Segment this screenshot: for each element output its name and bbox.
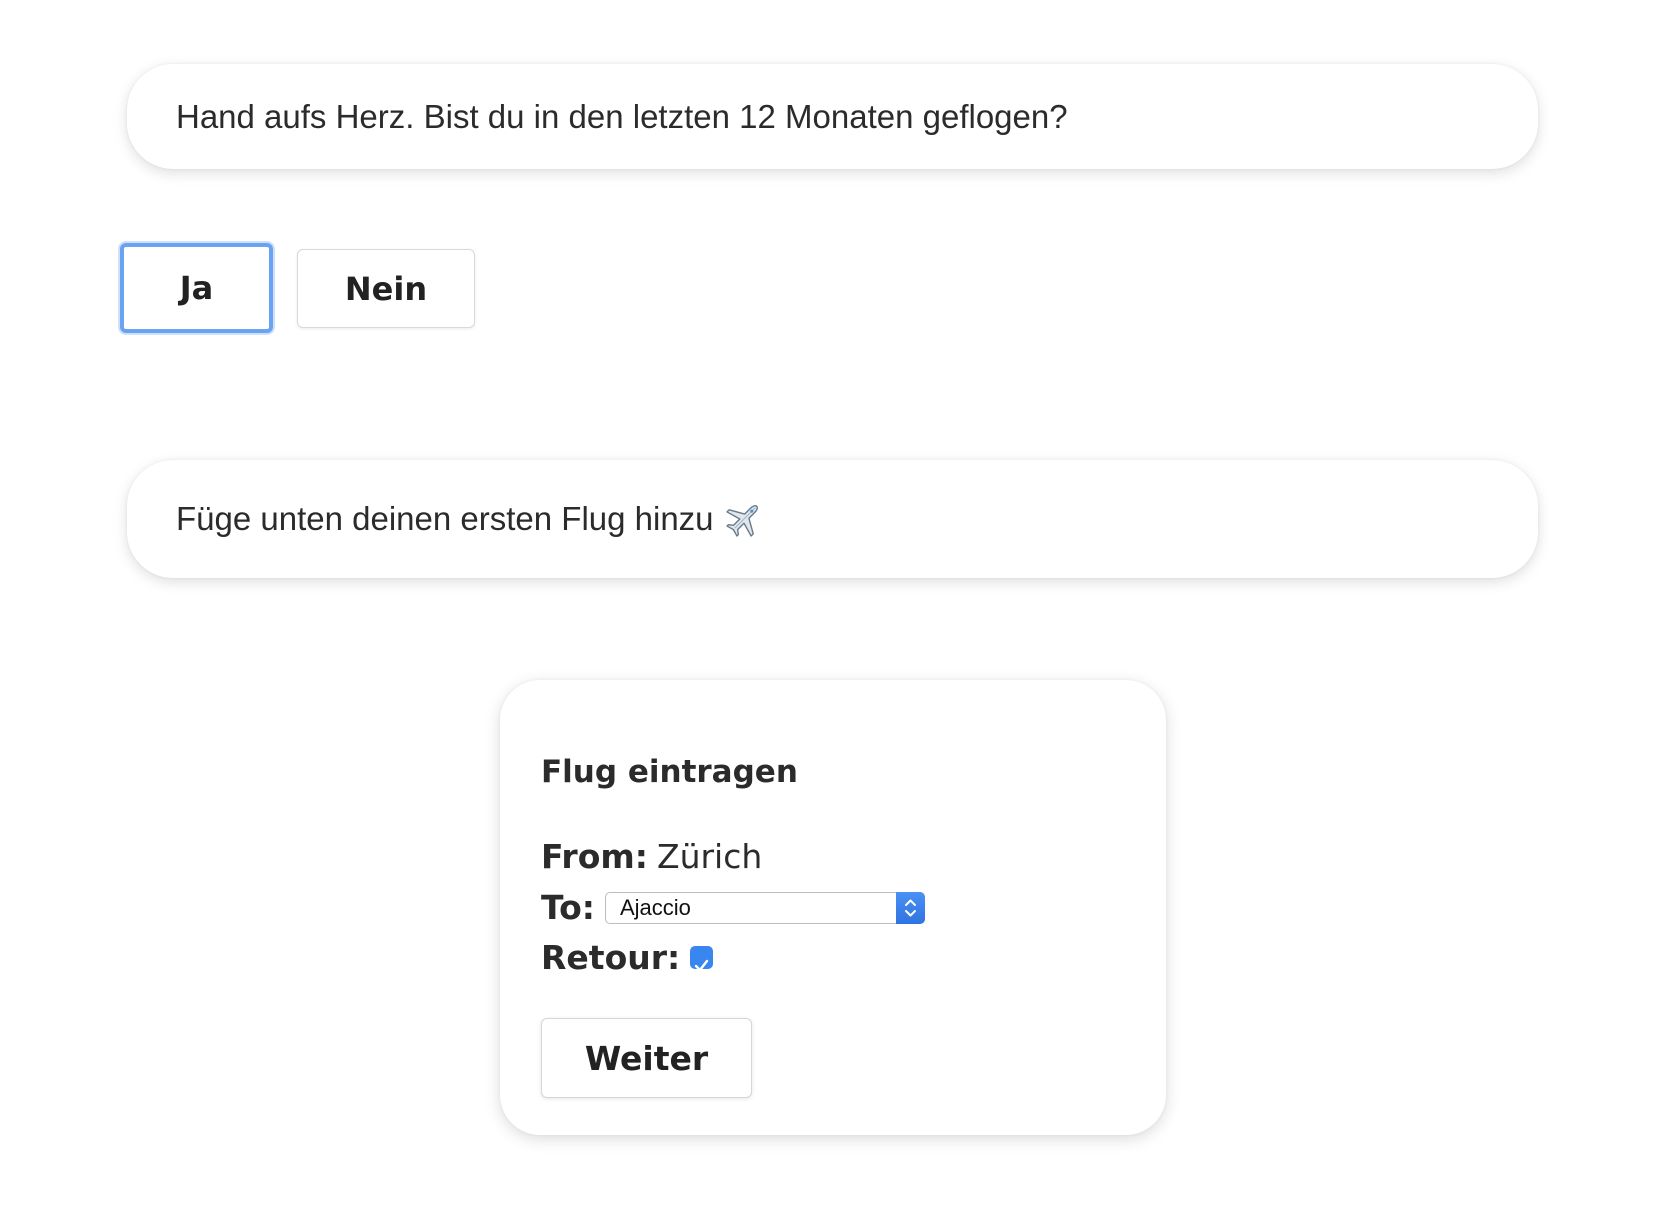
retour-checkbox[interactable] [690, 946, 714, 972]
prompt-text: Füge unten deinen ersten Flug hinzu [176, 500, 714, 537]
form-title: Flug eintragen [541, 754, 798, 790]
from-row: From: Zürich [541, 837, 762, 876]
destination-select-value: Ajaccio [620, 894, 691, 920]
yes-button[interactable]: Ja [120, 243, 273, 333]
from-label: From: [541, 837, 648, 876]
select-chevrons-icon [896, 891, 925, 924]
destination-select[interactable]: Ajaccio [605, 891, 925, 924]
question-bubble: Hand aufs Herz. Bist du in den letzten 1… [127, 64, 1538, 169]
question-text: Hand aufs Herz. Bist du in den letzten 1… [176, 97, 1068, 135]
prompt-bubble: Füge unten deinen ersten Flug hinzu [127, 460, 1538, 578]
retour-label: Retour: [541, 938, 681, 977]
to-row: To: Ajaccio [541, 888, 925, 927]
flight-form-card: Flug eintragen From: Zürich To: Ajaccio … [500, 680, 1166, 1135]
to-label: To: [541, 888, 595, 927]
checkmark-icon [695, 959, 709, 972]
airplane-icon [725, 505, 758, 537]
next-button[interactable]: Weiter [541, 1018, 752, 1098]
retour-row: Retour: [541, 938, 714, 977]
no-button[interactable]: Nein [297, 249, 475, 328]
from-value: Zürich [656, 837, 763, 876]
